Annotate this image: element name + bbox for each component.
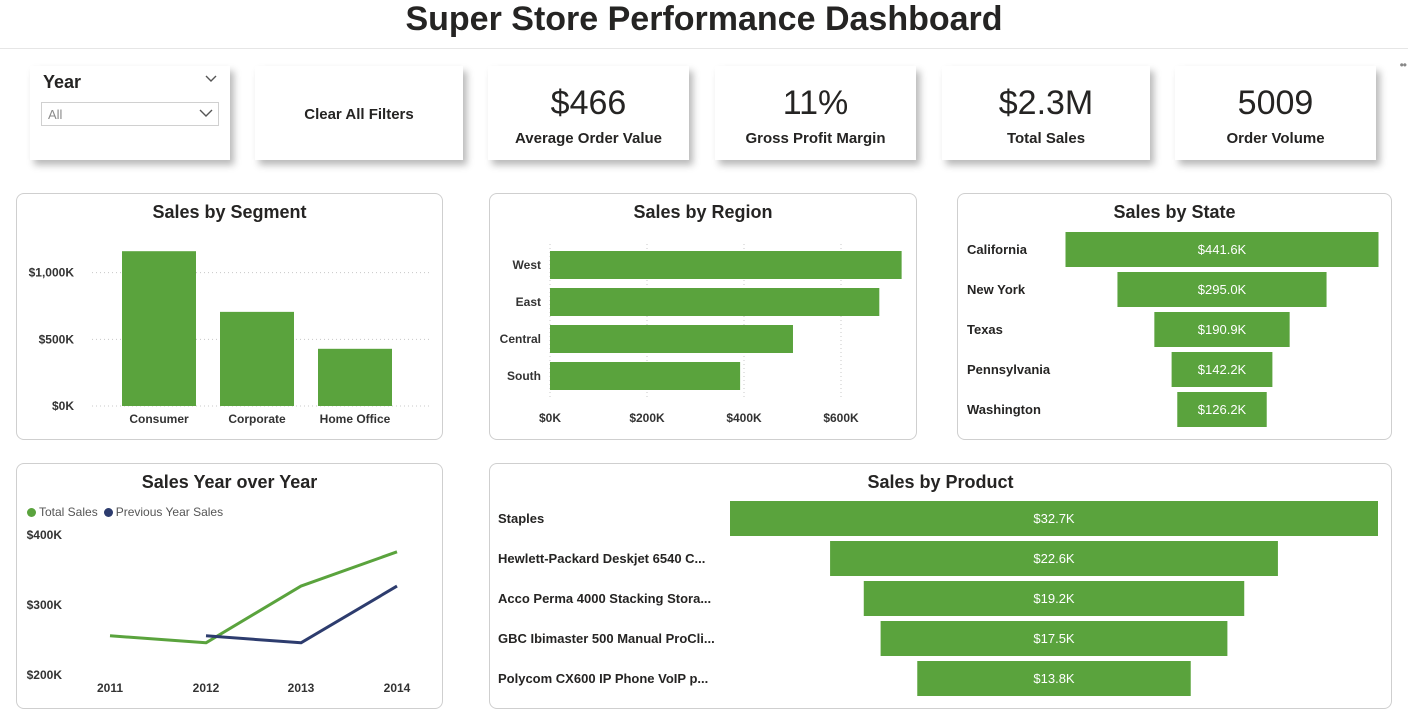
data-label: $13.8K — [1033, 671, 1075, 686]
sales-by-segment-chart: $0K $500K $1,000K Consumer Corporate Home Off… — [29, 251, 432, 426]
data-label: $32.7K — [1033, 511, 1075, 526]
title-divider — [0, 48, 1408, 49]
kpi-label: Total Sales — [1006, 130, 1086, 147]
bar — [550, 251, 902, 279]
more-options-icon[interactable]: •• — [1400, 58, 1407, 72]
kpi-label: Order Volume — [1226, 130, 1325, 147]
x-tick-label: $600K — [823, 411, 859, 425]
sales-by-product-chart: $32.7K Staples $22.6K Hewlett-Packard Deskj… — [498, 501, 1378, 696]
y-tick-label: West — [513, 258, 541, 272]
year-dropdown[interactable]: All — [41, 102, 219, 126]
data-label: $295.0K — [1198, 282, 1247, 297]
category-label: Pennsylvania — [967, 362, 1051, 377]
year-dropdown-value: All — [48, 107, 63, 122]
data-label: $126.2K — [1198, 402, 1247, 417]
kpi-value: 5009 — [1237, 84, 1314, 122]
sales-by-product-panel: Sales by Product $32.7K Staples $22.6K Hewl… — [489, 463, 1392, 709]
sales-yoy-chart: $200K $300K $400K 2011 2012 2013 2014 — [27, 528, 411, 695]
category-label: Staples — [498, 511, 544, 526]
data-label: $190.9K — [1198, 322, 1247, 337]
page-title: Super Store Performance Dashboard — [405, 0, 1003, 38]
sales-by-segment-panel: Sales by Segment $0K $500K $1,000K Consumer… — [16, 193, 443, 440]
kpi-card-total-sales: $2.3M Total Sales — [942, 66, 1150, 160]
x-tick-label: 2014 — [384, 681, 411, 695]
x-tick-label: 2012 — [193, 681, 220, 695]
x-tick-label: 2013 — [288, 681, 315, 695]
clear-filters-button[interactable]: Clear All Filters — [255, 66, 463, 160]
year-slicer: Year All — [30, 66, 230, 160]
category-label: Polycom CX600 IP Phone VoIP p... — [498, 671, 708, 686]
data-label: $441.6K — [1198, 242, 1247, 257]
bar — [122, 251, 196, 406]
kpi-card-order-volume: 5009 Order Volume — [1175, 66, 1376, 160]
data-label: $142.2K — [1198, 362, 1247, 377]
kpi-card-average-order-value: $466 Average Order Value — [488, 66, 689, 160]
y-tick-label: $400K — [27, 528, 63, 542]
x-tick-label: $400K — [726, 411, 762, 425]
kpi-value: $2.3M — [998, 84, 1094, 122]
category-label: Texas — [967, 322, 1003, 337]
x-tick-label: $200K — [629, 411, 665, 425]
y-tick-label: East — [516, 295, 541, 309]
category-label: New York — [967, 282, 1026, 297]
kpi-value: $466 — [550, 84, 627, 122]
y-tick-label: $300K — [27, 598, 63, 612]
x-tick-label: $0K — [539, 411, 561, 425]
y-tick-label: Central — [500, 332, 541, 346]
category-label: California — [967, 242, 1028, 257]
sales-yoy-panel: Sales Year over Year Total Sales Previou… — [16, 463, 443, 709]
y-tick-label: $200K — [27, 668, 63, 682]
x-tick-label: Home Office — [320, 412, 391, 426]
chevron-down-icon — [199, 103, 213, 126]
data-label: $17.5K — [1033, 631, 1075, 646]
sales-by-region-panel: Sales by Region $0K $200K $400K $600K West Ea… — [489, 193, 917, 440]
category-label: GBC Ibimaster 500 Manual ProCli... — [498, 631, 715, 646]
bar — [550, 325, 793, 353]
slicer-label: Year — [43, 72, 82, 92]
series-line — [109, 550, 398, 645]
sales-by-region-chart: $0K $200K $400K $600K West East Central South — [500, 244, 902, 425]
kpi-card-gross-profit-margin: 11% Gross Profit Margin — [715, 66, 916, 160]
x-tick-label: Corporate — [228, 412, 286, 426]
category-label: Hewlett-Packard Deskjet 6540 C... — [498, 551, 705, 566]
y-tick-label: $500K — [39, 332, 75, 346]
collapse-chevron-icon[interactable] — [204, 70, 218, 86]
kpi-label: Gross Profit Margin — [745, 130, 886, 147]
bar — [550, 362, 741, 390]
sales-by-state-panel: Sales by State $441.6K California $295.0K N… — [957, 193, 1392, 440]
clear-filters-label: Clear All Filters — [304, 106, 414, 123]
x-tick-label: Consumer — [129, 412, 189, 426]
bar — [318, 348, 392, 406]
series-line — [205, 584, 398, 645]
kpi-label: Average Order Value — [514, 130, 663, 147]
data-label: $22.6K — [1033, 551, 1075, 566]
category-label: Washington — [967, 402, 1041, 417]
x-tick-label: 2011 — [97, 681, 123, 695]
bar — [550, 288, 880, 316]
y-tick-label: $1,000K — [29, 266, 75, 280]
bar — [220, 311, 294, 406]
category-label: Acco Perma 4000 Stacking Stora... — [498, 591, 711, 606]
kpi-value: 11% — [782, 84, 849, 122]
data-label: $19.2K — [1033, 591, 1075, 606]
sales-by-state-chart: $441.6K California $295.0K New York $190.9K T… — [967, 232, 1379, 427]
y-tick-label: South — [507, 369, 541, 383]
y-tick-label: $0K — [52, 399, 74, 413]
